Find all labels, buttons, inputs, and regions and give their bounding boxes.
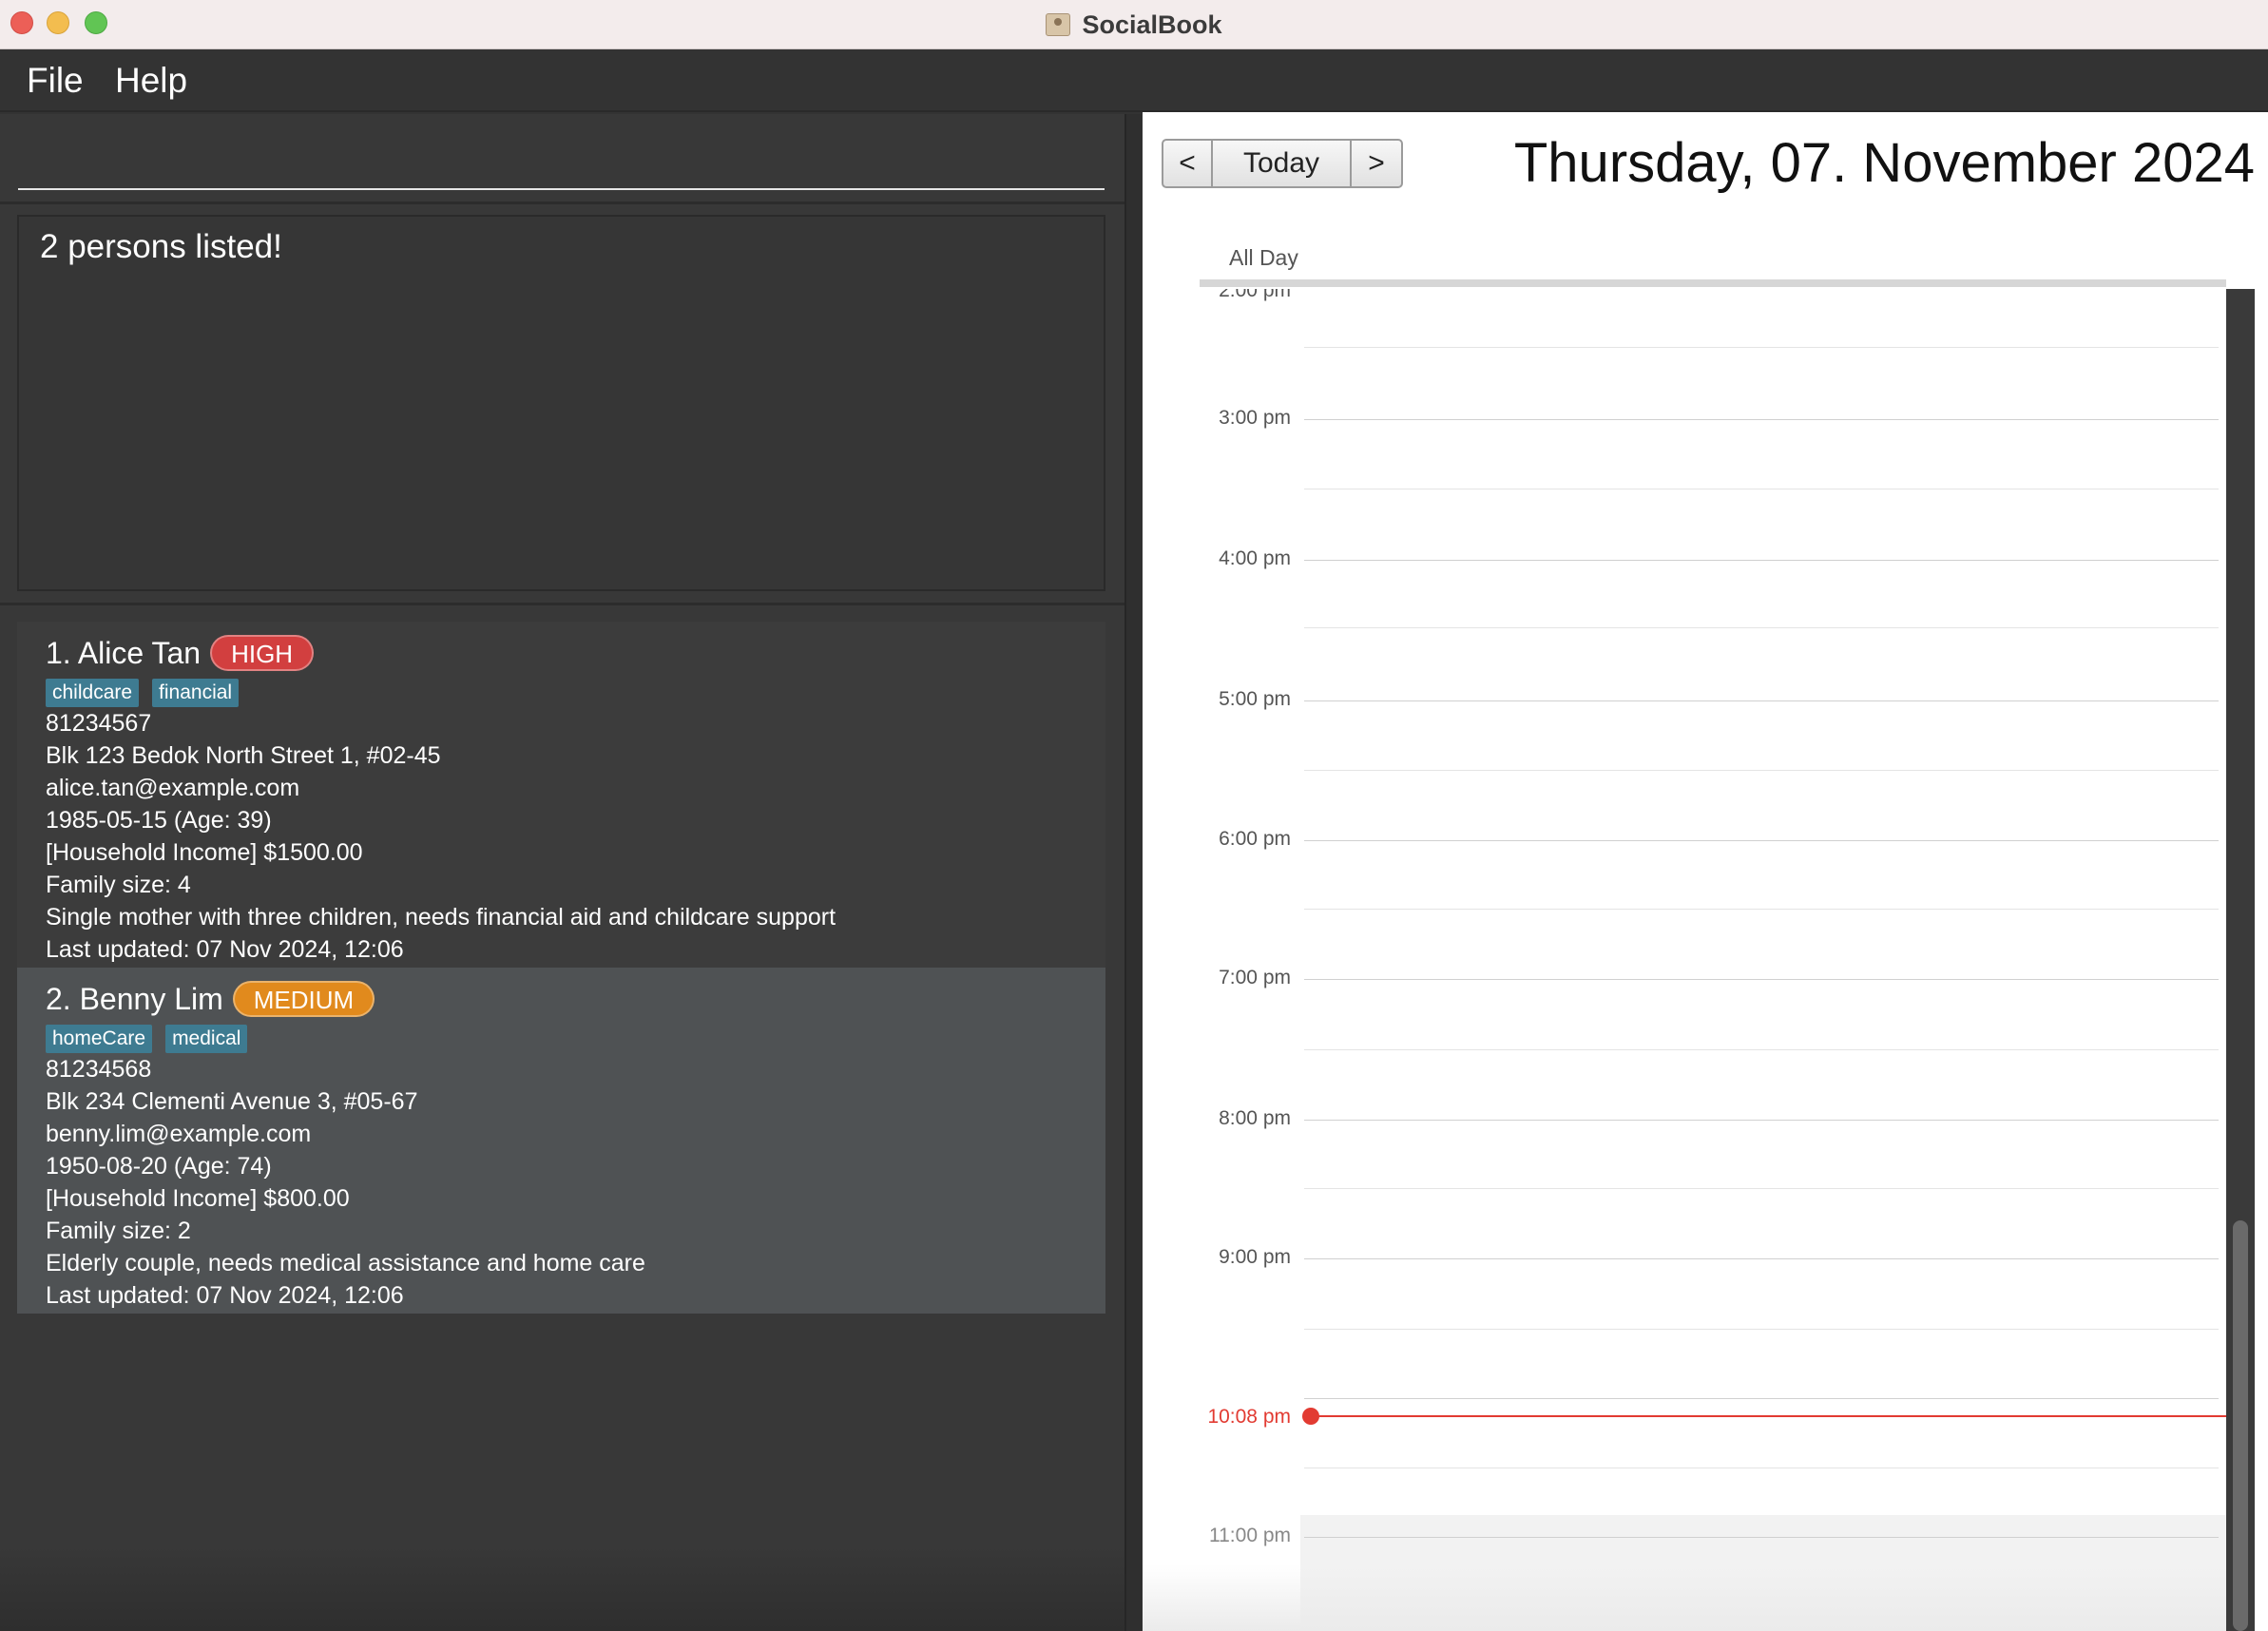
person-updated: Last updated: 07 Nov 2024, 12:06 (46, 1282, 404, 1309)
half-hour-line (1304, 627, 2219, 628)
command-box[interactable] (18, 124, 1105, 190)
person-family-size: Family size: 2 (46, 1218, 191, 1244)
all-day-label: All Day (1229, 245, 1298, 270)
left-panel: 2 persons listed! 1. Alice Tan HIGH chil… (0, 114, 1124, 1631)
calendar-nav: < Today > (1162, 139, 1403, 188)
hour-label: 8:00 pm (1219, 1107, 1291, 1129)
person-family-size: Family size: 4 (46, 872, 191, 898)
today-button[interactable]: Today (1213, 141, 1352, 186)
tag: childcare (46, 679, 140, 707)
person-name-row: 2. Benny Lim MEDIUM (46, 979, 1077, 1019)
person-address: Blk 123 Bedok North Street 1, #02-45 (46, 742, 441, 769)
person-income: [Household Income] $800.00 (46, 1185, 350, 1212)
tag: medical (165, 1025, 248, 1053)
current-time-label: 10:08 pm (1207, 1406, 1291, 1428)
hour-line (1304, 560, 2219, 561)
next-day-button[interactable]: > (1352, 141, 1401, 186)
hour-line (1304, 1120, 2219, 1121)
person-dob: 1985-05-15 (Age: 39) (46, 807, 272, 834)
command-input[interactable] (18, 124, 1105, 188)
window-title: SocialBook (1082, 10, 1222, 39)
panel-divider[interactable] (0, 603, 1124, 605)
hour-line (1304, 1537, 2219, 1538)
calendar-scrollbar[interactable] (2226, 289, 2255, 1631)
menu-help[interactable]: Help (106, 59, 197, 103)
hour-label: 9:00 pm (1219, 1246, 1291, 1268)
split-pane-divider[interactable] (1124, 114, 1142, 1631)
half-hour-line (1304, 347, 2219, 348)
person-phone: 81234567 (46, 710, 152, 737)
tag-list: childcare financial (46, 679, 1077, 707)
half-hour-line (1304, 770, 2219, 771)
priority-badge: HIGH (210, 635, 315, 671)
priority-badge: MEDIUM (232, 981, 375, 1017)
scrollbar-thumb[interactable] (2233, 1220, 2248, 1631)
all-day-area[interactable] (1200, 279, 2226, 287)
calendar-date-title: Thursday, 07. November 2024 (1513, 132, 2255, 194)
window-titlebar: SocialBook (0, 0, 2268, 49)
tag: homeCare (46, 1025, 153, 1053)
person-name-row: 1. Alice Tan HIGH (46, 633, 1077, 673)
person-name: 2. Benny Lim (46, 981, 223, 1016)
window-title-wrap: SocialBook (0, 0, 2268, 49)
calendar-panel: < Today > Thursday, 07. November 2024 Al… (1143, 112, 2268, 1631)
hour-line (1304, 1258, 2219, 1259)
half-hour-line (1304, 1188, 2219, 1189)
person-income: [Household Income] $1500.00 (46, 839, 363, 866)
half-hour-line (1304, 1329, 2219, 1330)
hour-label: 3:00 pm (1219, 407, 1291, 429)
hour-line (1304, 1398, 2219, 1399)
person-email: alice.tan@example.com (46, 775, 300, 801)
person-dob: 1950-08-20 (Age: 74) (46, 1153, 272, 1180)
person-name: 1. Alice Tan (46, 635, 202, 670)
hour-label: 4:00 pm (1219, 547, 1291, 569)
menu-file[interactable]: File (17, 59, 93, 103)
current-time-line (1312, 1415, 2230, 1417)
hour-label: 6:00 pm (1219, 828, 1291, 850)
person-list: 1. Alice Tan HIGH childcare financial 81… (17, 622, 1105, 1314)
hour-label: 7:00 pm (1219, 967, 1291, 988)
hour-label: 5:00 pm (1219, 688, 1291, 710)
half-hour-line (1304, 909, 2219, 910)
tag: financial (152, 679, 240, 707)
result-message: 2 persons listed! (40, 228, 282, 265)
list-bottom-shadow (0, 1545, 1124, 1631)
person-card-selected[interactable]: 2. Benny Lim MEDIUM homeCare medical 812… (17, 968, 1105, 1314)
person-address: Blk 234 Clementi Avenue 3, #05-67 (46, 1088, 418, 1115)
calendar-bottom-fade (1143, 1564, 2226, 1631)
menu-bar: File Help (0, 49, 2268, 112)
app-icon (1046, 13, 1071, 36)
hour-line (1304, 419, 2219, 420)
day-timeline[interactable]: 2:00 pm 3:00 pm 4:00 pm 5:00 pm 6:00 pm … (1143, 289, 2268, 1631)
hour-label: 2:00 pm (1219, 289, 1291, 301)
hour-line (1304, 979, 2219, 980)
half-hour-line (1304, 1049, 2219, 1050)
hour-line (1304, 840, 2219, 841)
hour-label: 11:00 pm (1209, 1525, 1291, 1546)
panel-divider[interactable] (0, 201, 1124, 204)
person-card[interactable]: 1. Alice Tan HIGH childcare financial 81… (17, 622, 1105, 968)
tag-list: homeCare medical (46, 1025, 1077, 1053)
person-remark: Elderly couple, needs medical assistance… (46, 1250, 645, 1276)
previous-day-button[interactable]: < (1163, 141, 1213, 186)
person-remark: Single mother with three children, needs… (46, 904, 836, 931)
result-display: 2 persons listed! (17, 215, 1105, 591)
person-email: benny.lim@example.com (46, 1121, 312, 1147)
hour-line (1304, 700, 2219, 701)
person-updated: Last updated: 07 Nov 2024, 12:06 (46, 936, 404, 963)
person-phone: 81234568 (46, 1056, 152, 1083)
